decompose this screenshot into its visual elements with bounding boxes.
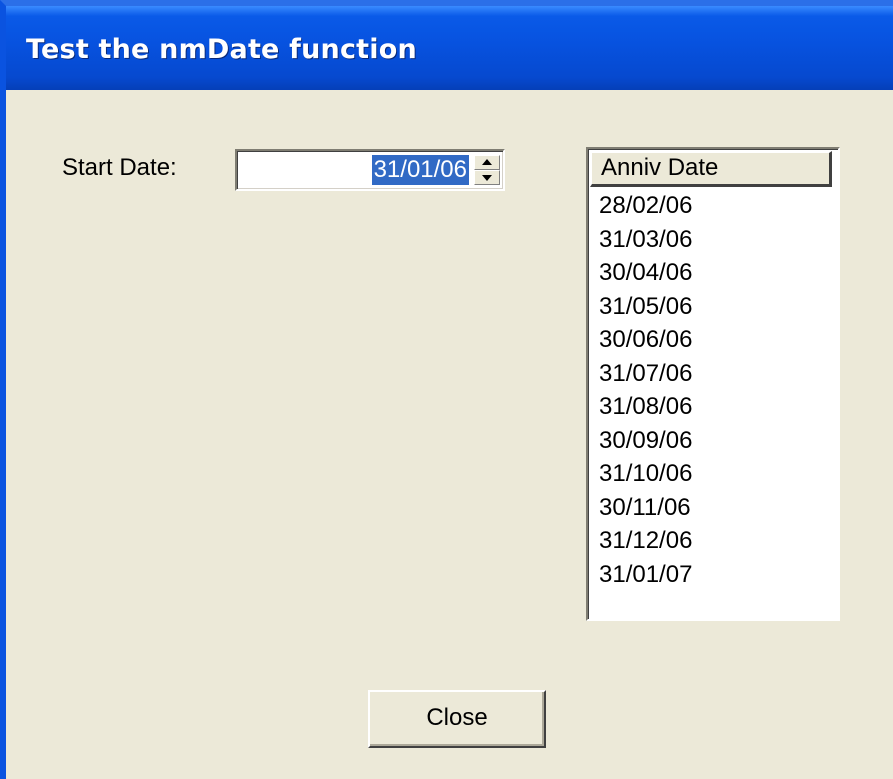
spin-up-button[interactable]	[474, 155, 500, 170]
list-item[interactable]: 31/07/06	[599, 357, 829, 391]
dialog-body: Start Date: 31/01/06 Anniv Date 28/02/06…	[6, 90, 893, 779]
spin-down-button[interactable]	[474, 170, 500, 185]
list-item[interactable]: 30/11/06	[599, 491, 829, 525]
list-item[interactable]: 31/03/06	[599, 223, 829, 257]
list-item[interactable]: 31/10/06	[599, 457, 829, 491]
list-item[interactable]: 30/06/06	[599, 323, 829, 357]
start-date-value[interactable]: 31/01/06	[371, 155, 469, 185]
dialog-window: Test the nmDate function Start Date: 31/…	[0, 0, 893, 779]
list-item[interactable]: 31/08/06	[599, 390, 829, 424]
list-item[interactable]: 30/04/06	[599, 256, 829, 290]
window-title: Test the nmDate function	[26, 34, 417, 65]
list-item[interactable]: 30/09/06	[599, 424, 829, 458]
chevron-up-icon	[482, 159, 492, 165]
anniv-date-list[interactable]: 28/02/06 31/03/06 30/04/06 31/05/06 30/06/06…	[599, 189, 829, 591]
column-header-anniv-date[interactable]: Anniv Date	[590, 151, 832, 187]
close-button[interactable]: Close	[368, 690, 546, 748]
anniv-date-listview[interactable]: Anniv Date 28/02/06 31/03/06 30/04/06 31/05…	[586, 147, 840, 621]
date-spinner[interactable]	[474, 155, 500, 185]
title-bar[interactable]: Test the nmDate function	[6, 6, 893, 90]
list-item[interactable]: 31/12/06	[599, 524, 829, 558]
list-item[interactable]: 28/02/06	[599, 189, 829, 223]
start-date-label: Start Date:	[62, 154, 177, 181]
list-item[interactable]: 31/05/06	[599, 290, 829, 324]
chevron-down-icon	[482, 175, 492, 181]
start-date-picker[interactable]: 31/01/06	[235, 149, 505, 191]
list-item[interactable]: 31/01/07	[599, 558, 829, 592]
